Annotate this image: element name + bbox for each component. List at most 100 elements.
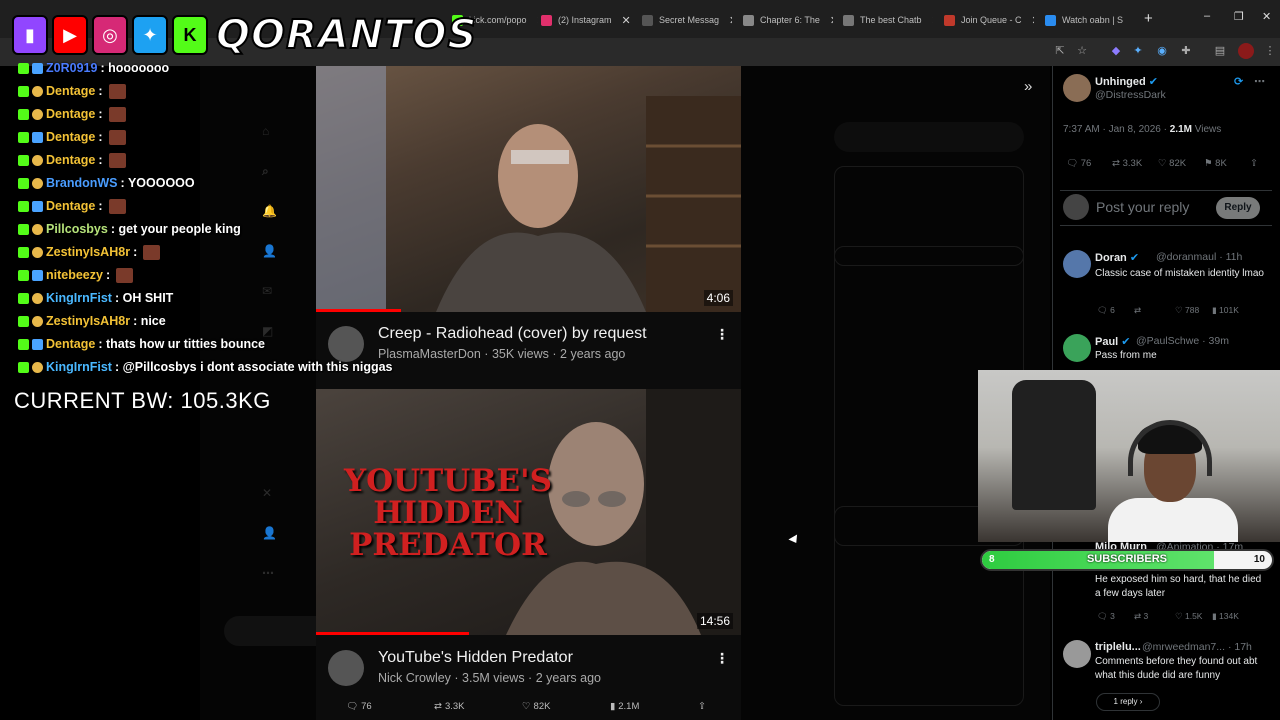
install-app-icon[interactable]: ⇱ <box>1052 43 1068 59</box>
chat-text: : get your people king <box>110 222 241 236</box>
reply-views-stat[interactable]: ▮ 101K <box>1212 305 1239 316</box>
queue-favicon-icon <box>944 14 955 26</box>
reply-author-name[interactable]: Doran ✔ <box>1095 251 1139 264</box>
video-title[interactable]: Creep - Radiohead (cover) by request <box>378 325 647 343</box>
crown-badge-icon <box>32 223 43 235</box>
video-title[interactable]: YouTube's Hidden Predator <box>378 649 573 667</box>
chat-username[interactable]: KingIrnFist <box>46 291 112 305</box>
subscriber-badge-icon <box>32 338 43 350</box>
reply-handle[interactable]: @doranmaul · 11h <box>1156 251 1242 263</box>
extensions-puzzle-icon[interactable]: ✚ <box>1178 43 1194 59</box>
chat-username[interactable]: Dentage <box>46 153 95 167</box>
close-tab-icon[interactable]: ✕ <box>830 14 833 27</box>
chat-username[interactable]: nitebeezy <box>46 268 103 282</box>
show-replies-button[interactable]: 1 reply › <box>1096 693 1160 711</box>
avatar[interactable] <box>1063 334 1091 362</box>
chat-username[interactable]: KingIrnFist <box>46 360 112 374</box>
tweet-likes-stat[interactable]: ♡ 82K <box>1158 158 1186 169</box>
kick-badge-icon <box>18 338 29 350</box>
close-tab-icon[interactable]: ✕ <box>1032 14 1034 27</box>
tweet-replies-stat[interactable]: 🗨 76 <box>1066 158 1091 169</box>
avatar[interactable] <box>1063 640 1091 668</box>
chat-text: : YOOOOOO <box>120 176 195 190</box>
chat-username[interactable]: Z0R0919 <box>46 61 97 75</box>
tweet-author-handle[interactable]: @DistressDark <box>1095 89 1166 101</box>
close-tab-icon[interactable]: ✕ <box>729 14 732 27</box>
tweet-reposts-stat[interactable]: ⇄ 3.3K <box>1112 158 1142 169</box>
maximize-button[interactable]: ❐ <box>1234 10 1244 23</box>
reply-reposts-stat[interactable]: ⇄ 3 <box>1134 611 1148 622</box>
tab-watch[interactable]: Watch oabn | S✕ <box>1045 8 1133 32</box>
close-tab-icon[interactable]: ✕ <box>622 14 631 27</box>
reply-views-stat[interactable]: ▮ 134K <box>1212 611 1239 622</box>
new-tab-button[interactable]: + <box>1144 10 1153 27</box>
crown-badge-icon <box>32 361 43 373</box>
reply-replies-stat[interactable]: 🗨 6 <box>1097 305 1115 316</box>
reply-replies-stat[interactable]: 🗨 3 <box>1097 611 1115 622</box>
emote-icon <box>108 152 126 168</box>
channel-avatar[interactable] <box>328 650 364 686</box>
profile-avatar[interactable] <box>1238 43 1254 59</box>
verified-badge-icon: ✔ <box>1121 336 1131 348</box>
reply-input[interactable]: Post your reply <box>1096 199 1189 215</box>
chat-username[interactable]: Dentage <box>46 199 95 213</box>
reply-handle[interactable]: @PaulSchwe · 39m <box>1136 335 1229 347</box>
sidepanel-icon[interactable]: ▤ <box>1212 43 1228 59</box>
tab-secret-messages[interactable]: Secret Messag✕ <box>642 8 732 32</box>
tweet-bookmarks-stat[interactable]: ⚑ 8K <box>1204 158 1227 169</box>
minimize-button[interactable]: – <box>1204 10 1210 22</box>
chat-username[interactable]: ZestinyIsAH8r <box>46 245 130 259</box>
tweet-author-name[interactable]: Unhinged ✔ <box>1095 75 1158 88</box>
tab-chatbot[interactable]: The best Chatb✕ <box>843 8 933 32</box>
video-thumbnail[interactable]: YOUTUBE'S HIDDEN PREDATOR 14:56 <box>316 389 741 635</box>
streamer-body <box>1108 498 1238 542</box>
chat-username[interactable]: Dentage <box>46 84 95 98</box>
reply-author-name[interactable]: triplelu... <box>1095 641 1141 653</box>
channel-name[interactable]: PlasmaMasterDon <box>378 347 481 361</box>
more-options-icon[interactable]: ⋮ <box>715 650 729 667</box>
views-action[interactable]: ▮ 2.1M <box>610 701 639 712</box>
grok-icon[interactable]: ⟳ <box>1234 75 1243 88</box>
channel-name[interactable]: Nick Crowley <box>378 671 451 685</box>
like-action[interactable]: ♡ 82K <box>522 701 550 712</box>
reply-button[interactable]: Reply <box>1216 197 1260 219</box>
tab-instagram[interactable]: (2) Instagram ✕ <box>541 8 631 32</box>
reply-handle[interactable]: @mrweedman7... · 17h <box>1142 641 1252 653</box>
chat-username[interactable]: ZestinyIsAH8r <box>46 314 130 328</box>
avatar[interactable] <box>1063 74 1091 102</box>
streamer-brand-name: QORANTOS <box>215 11 478 59</box>
collapse-panel-icon[interactable]: » <box>1024 78 1032 95</box>
extension-icon[interactable]: ◉ <box>1154 43 1170 59</box>
extension-icon[interactable]: ◆ <box>1108 43 1124 59</box>
tab-chapter[interactable]: Chapter 6: The✕ <box>743 8 833 32</box>
close-tab-icon[interactable]: ✕ <box>537 14 538 27</box>
secret-favicon-icon <box>642 14 653 26</box>
extension-icon[interactable]: ✦ <box>1130 43 1146 59</box>
chat-username[interactable]: Dentage <box>46 107 95 121</box>
chat-username[interactable]: BrandonWS <box>46 176 118 190</box>
browser-menu-icon[interactable]: ⋮ <box>1262 43 1278 59</box>
chat-username[interactable]: Pillcosbys <box>46 222 108 236</box>
kick-badge-icon <box>18 269 29 281</box>
share-icon[interactable]: ⇪ <box>1250 158 1258 169</box>
tab-join-queue[interactable]: Join Queue - C✕ <box>944 8 1034 32</box>
close-window-button[interactable]: ✕ <box>1262 10 1271 23</box>
bookmark-star-icon[interactable]: ☆ <box>1074 43 1090 59</box>
reply-likes-stat[interactable]: ♡ 788 <box>1175 305 1199 316</box>
heart-icon: ♡ <box>522 701 531 712</box>
chat-username[interactable]: Dentage <box>46 337 95 351</box>
chat-message: Dentage: <box>18 127 126 147</box>
reply-action[interactable]: 🗨 76 <box>346 701 372 712</box>
chat-username[interactable]: Dentage <box>46 130 95 144</box>
reply-likes-stat[interactable]: ♡ 1.5K <box>1175 611 1202 622</box>
reply-author-name[interactable]: Paul ✔ <box>1095 335 1131 348</box>
avatar[interactable] <box>1063 250 1091 278</box>
repost-icon[interactable]: ⇄ <box>1134 305 1141 316</box>
close-tab-icon[interactable]: ✕ <box>932 14 933 27</box>
more-options-icon[interactable]: ⋯ <box>1254 75 1265 88</box>
video-thumbnail[interactable]: 4:06 <box>316 66 741 312</box>
more-options-icon[interactable]: ⋮ <box>715 326 729 343</box>
repost-action[interactable]: ⇄ 3.3K <box>434 701 465 712</box>
subscriber-badge-icon <box>32 131 43 143</box>
share-icon[interactable]: ⇪ <box>698 701 706 712</box>
